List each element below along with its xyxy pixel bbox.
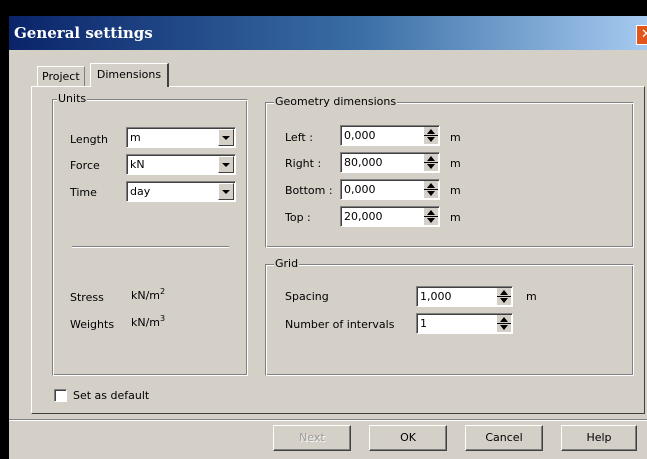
top-value: 20,000 [344, 210, 383, 223]
arrow-down-icon [427, 191, 435, 196]
spacing-label: Spacing [285, 290, 329, 303]
right-value: 80,000 [344, 156, 383, 169]
chevron-down-icon [222, 136, 230, 140]
arrow-up-icon [427, 129, 435, 134]
bottom-spinner[interactable]: 0,000 [340, 179, 440, 200]
force-dropdown-button[interactable] [218, 156, 234, 173]
stress-unit-text: kN/m [131, 289, 161, 302]
arrow-down-icon [427, 164, 435, 169]
top-label: Top : [285, 211, 311, 224]
units-legend: Units [57, 92, 88, 106]
intervals-label: Number of intervals [285, 318, 395, 331]
stress-label: Stress [70, 291, 104, 304]
ok-button[interactable]: OK [369, 425, 447, 451]
length-value: m [130, 131, 141, 144]
top-spinner[interactable]: 20,000 [340, 206, 440, 227]
geometry-dimensions-group: Geometry dimensions [265, 95, 634, 248]
time-select[interactable]: day [126, 181, 236, 202]
length-select[interactable]: m [126, 127, 236, 148]
weights-unit-text: kN/m [131, 316, 161, 329]
right-label: Right : [285, 157, 322, 170]
help-button[interactable]: Help [561, 425, 637, 451]
window-title: General settings [14, 24, 153, 42]
tab-project[interactable]: Project [37, 66, 85, 87]
stress-unit-exponent: 2 [160, 287, 166, 296]
title-bar: General settings [9, 16, 647, 50]
arrow-down-icon [427, 137, 435, 142]
stress-unit: kN/m2 [131, 287, 166, 303]
arrow-down-icon [500, 298, 508, 303]
spacing-spinner[interactable]: 1,000 [416, 286, 513, 307]
weights-label: Weights [70, 318, 115, 331]
spin-divider [424, 135, 438, 136]
left-unit: m [450, 131, 461, 144]
time-value: day [130, 185, 151, 198]
left-spin-buttons[interactable] [423, 127, 438, 144]
spacing-value: 1,000 [420, 290, 452, 303]
force-select[interactable]: kN [126, 154, 236, 175]
arrow-up-icon [500, 317, 508, 322]
length-dropdown-button[interactable] [218, 129, 234, 146]
right-unit: m [450, 157, 461, 170]
arrow-down-icon [500, 325, 508, 330]
right-spinner[interactable]: 80,000 [340, 152, 440, 173]
spin-divider [497, 296, 511, 297]
close-button[interactable]: ✕ [636, 25, 647, 45]
footer-divider [9, 419, 647, 421]
bottom-unit: m [450, 184, 461, 197]
chevron-down-icon [222, 163, 230, 167]
intervals-spinner[interactable]: 1 [416, 313, 513, 334]
weights-unit: kN/m3 [131, 314, 166, 330]
time-dropdown-button[interactable] [218, 183, 234, 200]
bottom-spin-buttons[interactable] [423, 181, 438, 198]
left-label: Left : [285, 131, 313, 144]
top-spin-buttons[interactable] [423, 208, 438, 225]
arrow-up-icon [500, 290, 508, 295]
weights-unit-exponent: 3 [160, 314, 166, 323]
arrow-up-icon [427, 183, 435, 188]
left-spinner[interactable]: 0,000 [340, 125, 440, 146]
intervals-spin-buttons[interactable] [496, 315, 511, 332]
units-separator [72, 246, 229, 248]
intervals-value: 1 [420, 317, 427, 330]
cancel-button[interactable]: Cancel [465, 425, 543, 451]
spin-divider [424, 189, 438, 190]
spin-divider [497, 323, 511, 324]
spacing-unit: m [526, 290, 537, 303]
spin-divider [424, 162, 438, 163]
length-label: Length [70, 133, 108, 146]
tab-dimensions[interactable]: Dimensions [90, 63, 169, 87]
left-value: 0,000 [344, 129, 376, 142]
geometry-legend: Geometry dimensions [274, 95, 398, 109]
force-label: Force [70, 159, 100, 172]
bottom-label: Bottom : [285, 184, 333, 197]
time-label: Time [70, 186, 97, 199]
arrow-up-icon [427, 210, 435, 215]
spin-divider [424, 216, 438, 217]
set-default-label[interactable]: Set as default [73, 389, 149, 403]
close-icon: ✕ [641, 27, 647, 42]
next-button[interactable]: Next [273, 425, 351, 451]
right-spin-buttons[interactable] [423, 154, 438, 171]
chevron-down-icon [222, 190, 230, 194]
grid-legend: Grid [274, 257, 300, 271]
spacing-spin-buttons[interactable] [496, 288, 511, 305]
arrow-up-icon [427, 156, 435, 161]
arrow-down-icon [427, 218, 435, 223]
force-value: kN [130, 158, 145, 171]
set-default-checkbox[interactable] [54, 389, 67, 402]
top-unit: m [450, 211, 461, 224]
bottom-value: 0,000 [344, 183, 376, 196]
